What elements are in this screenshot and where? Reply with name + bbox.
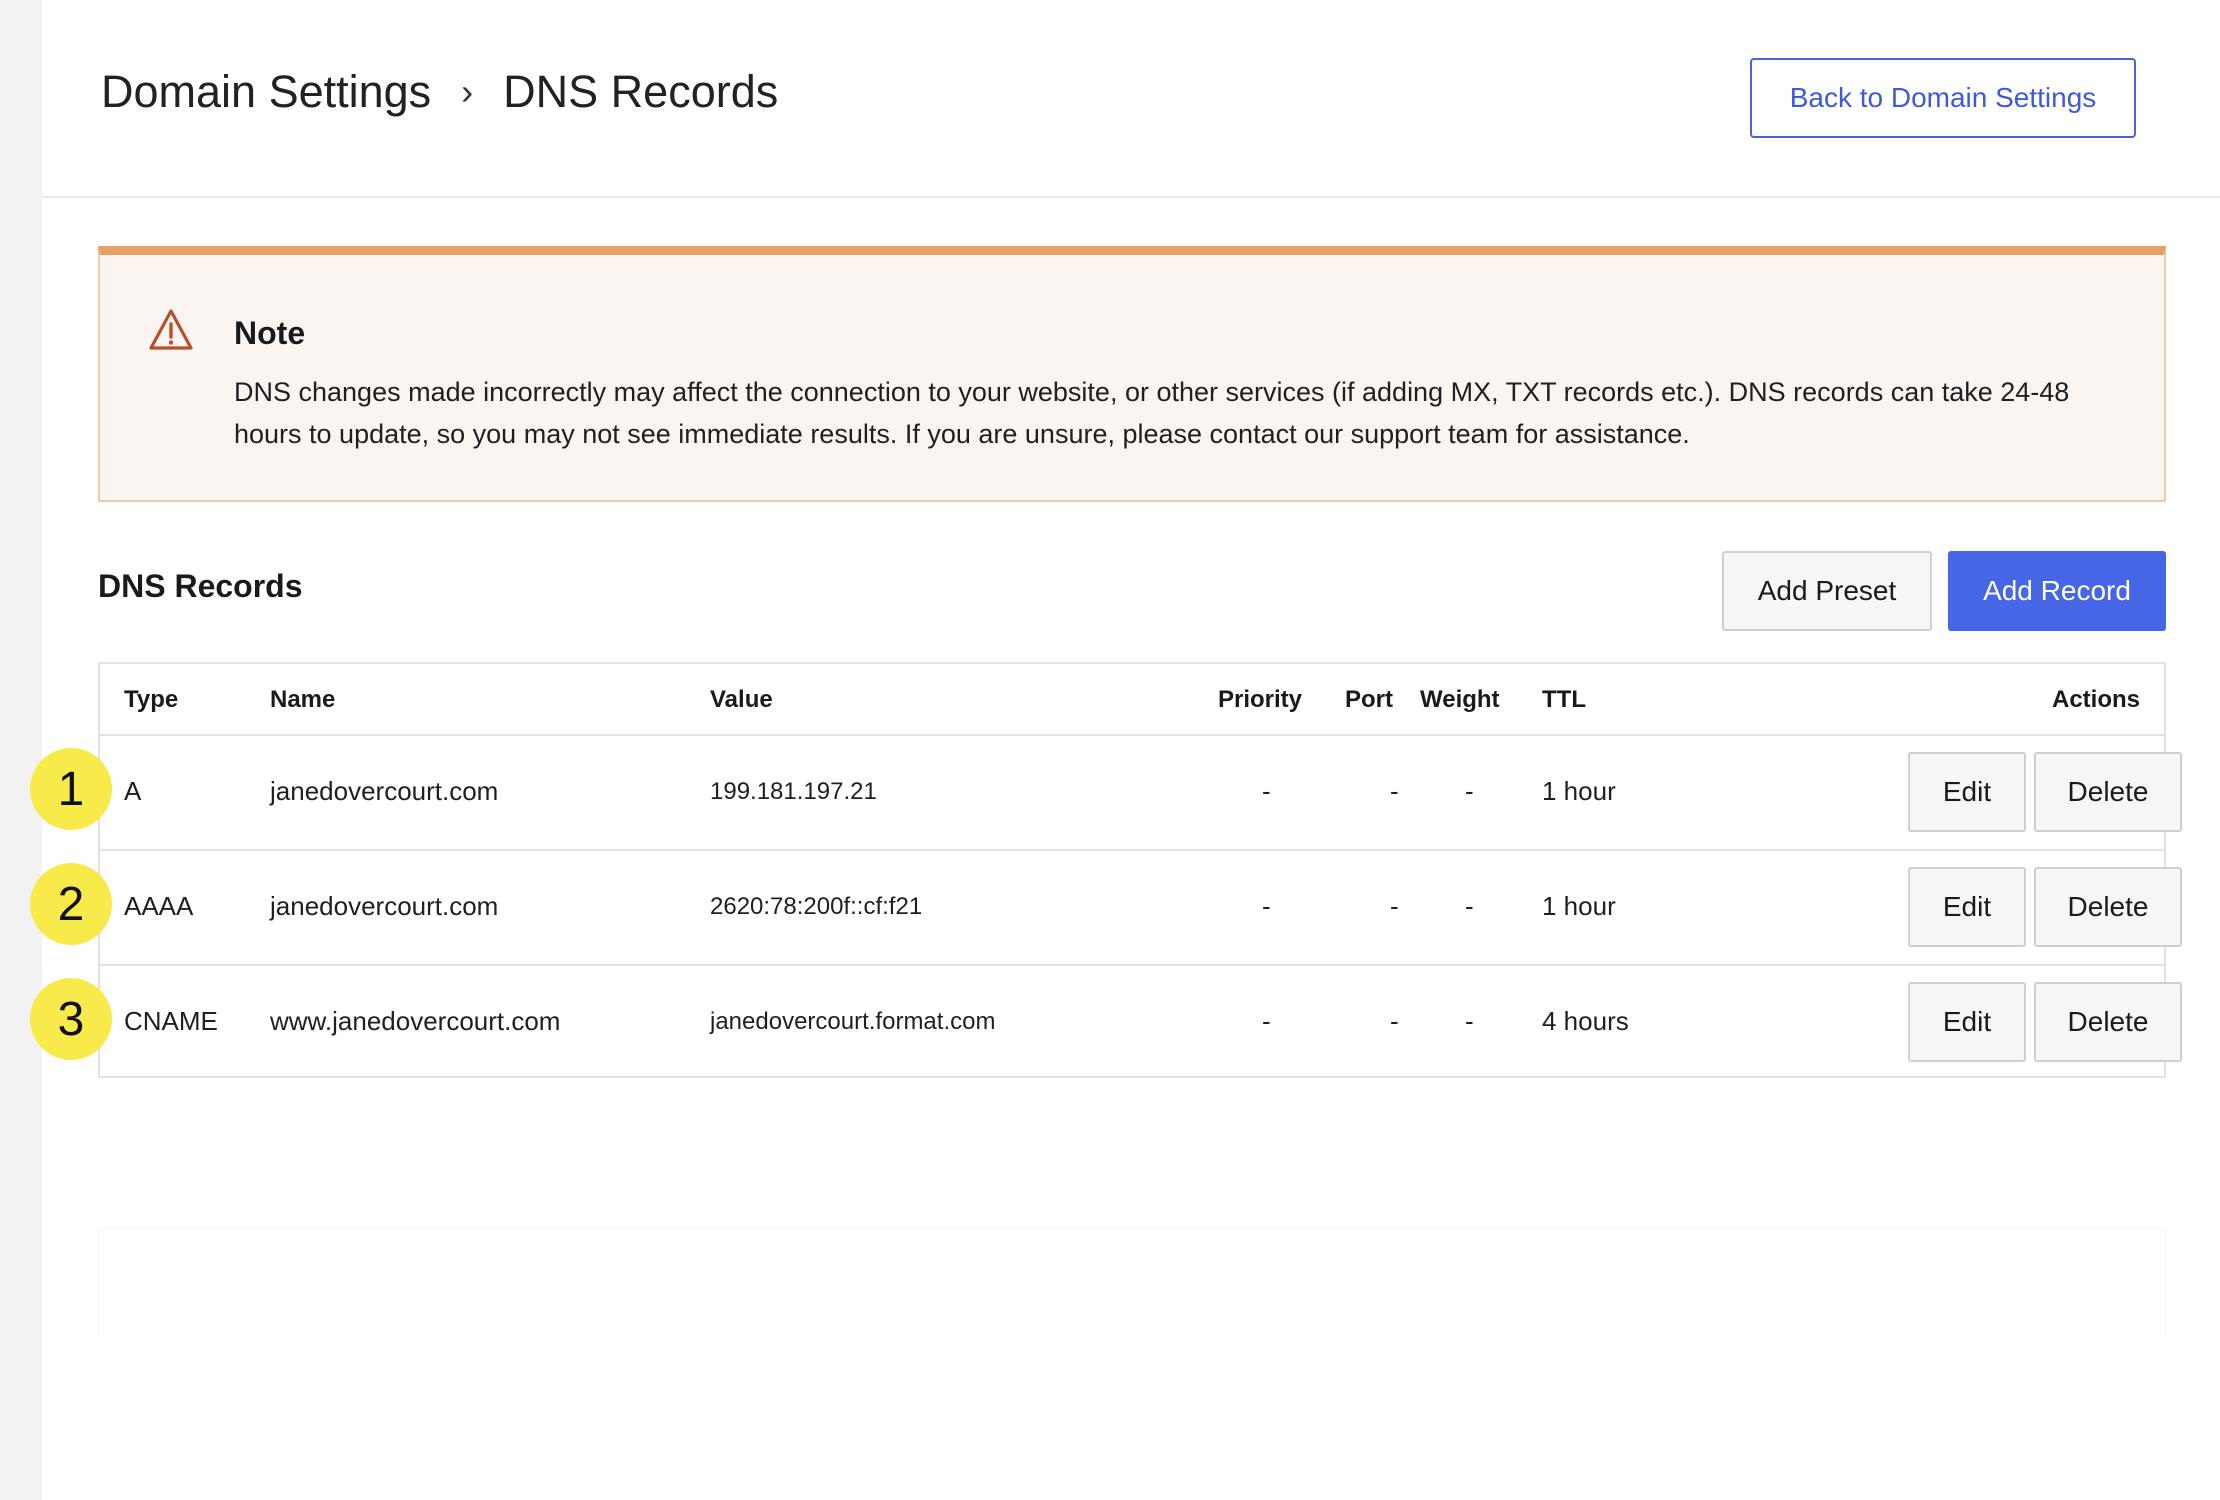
left-gutter	[0, 0, 42, 1500]
breadcrumb: Domain Settings › DNS Records	[101, 66, 778, 118]
record-ttl: 4 hours	[1542, 1006, 1629, 1036]
table-header: Type Name Value Priority Port Weight TTL…	[100, 664, 2164, 736]
record-name: janedovercourt.com	[270, 891, 499, 921]
back-to-domain-settings-button[interactable]: Back to Domain Settings	[1750, 58, 2136, 138]
edit-button[interactable]: Edit	[1908, 867, 2026, 947]
column-header-ttl: TTL	[1542, 686, 1586, 713]
edit-button[interactable]: Edit	[1908, 982, 2026, 1062]
record-weight: -	[1465, 1006, 1474, 1036]
delete-button[interactable]: Delete	[2034, 867, 2182, 947]
warning-triangle-icon	[149, 309, 193, 350]
breadcrumb-chevron-icon: ›	[461, 71, 474, 112]
record-port: -	[1390, 891, 1399, 921]
column-header-actions: Actions	[2051, 686, 2140, 713]
delete-button[interactable]: Delete	[2034, 982, 2182, 1062]
table-row: 3 CNAME www.janedovercourt.com janedover…	[30, 966, 2182, 1081]
record-priority: -	[1262, 1006, 1271, 1036]
note-body: DNS changes made incorrectly may affect …	[234, 377, 2070, 449]
record-weight: -	[1465, 776, 1474, 806]
annotation-badge: 1	[30, 748, 112, 830]
breadcrumb-current: DNS Records	[503, 66, 779, 117]
column-header-type: Type	[124, 686, 179, 713]
record-type: CNAME	[124, 1006, 218, 1036]
record-value: 199.181.197.21	[710, 778, 877, 805]
record-value: 2620:78:200f::cf:f21	[710, 893, 923, 920]
record-ttl: 1 hour	[1542, 891, 1616, 921]
record-port: -	[1390, 1006, 1399, 1036]
column-header-port: Port	[1345, 686, 1393, 713]
empty-card	[98, 1228, 2166, 1338]
annotation-badge: 3	[30, 978, 112, 1060]
breadcrumb-parent[interactable]: Domain Settings	[101, 66, 431, 118]
column-header-value: Value	[710, 686, 773, 713]
record-value: janedovercourt.format.com	[710, 1008, 996, 1035]
record-priority: -	[1262, 891, 1271, 921]
column-header-priority: Priority	[1218, 686, 1303, 713]
annotation-badge: 2	[30, 863, 112, 945]
column-header-name: Name	[270, 686, 336, 713]
note-banner: Note DNS changes made incorrectly may af…	[98, 246, 2166, 502]
add-preset-button[interactable]: Add Preset	[1722, 551, 1932, 631]
record-weight: -	[1465, 891, 1474, 921]
delete-button[interactable]: Delete	[2034, 752, 2182, 832]
record-name: www.janedovercourt.com	[270, 1006, 561, 1036]
table-row: 2 AAAA janedovercourt.com 2620:78:200f::…	[30, 851, 2182, 966]
note-title: Note	[234, 315, 306, 351]
add-record-button[interactable]: Add Record	[1948, 551, 2166, 631]
dns-records-table: Type Name Value Priority Port Weight TTL…	[30, 662, 2182, 1081]
record-name: janedovercourt.com	[270, 776, 499, 806]
record-type: AAAA	[124, 891, 194, 921]
dns-records-title: DNS Records	[98, 568, 303, 604]
record-port: -	[1390, 776, 1399, 806]
column-header-weight: Weight	[1420, 686, 1500, 713]
record-ttl: 1 hour	[1542, 776, 1616, 806]
record-priority: -	[1262, 776, 1271, 806]
table-row: 1 A janedovercourt.com 199.181.197.21 - …	[30, 736, 2182, 851]
record-type: A	[124, 776, 142, 806]
page-header: Domain Settings › DNS Records Back to Do…	[42, 0, 2220, 198]
edit-button[interactable]: Edit	[1908, 752, 2026, 832]
page: Domain Settings › DNS Records Back to Do…	[30, 0, 2220, 1500]
